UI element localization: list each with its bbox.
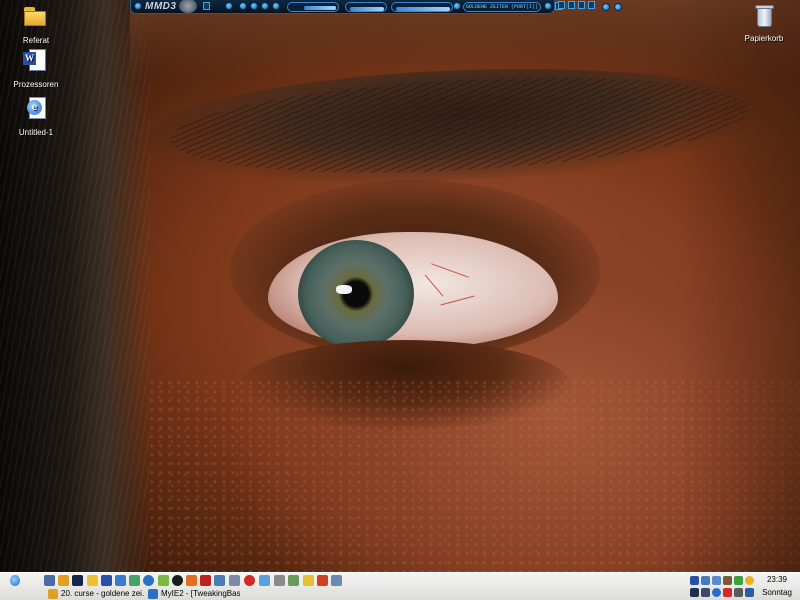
playlist-next-button[interactable] <box>544 2 552 10</box>
eq-button[interactable] <box>568 1 575 9</box>
quicklaunch-drive-icon[interactable] <box>274 575 285 586</box>
volume-slider[interactable] <box>350 7 384 11</box>
antivirus-icon[interactable] <box>723 588 732 597</box>
pl-button[interactable] <box>578 1 585 9</box>
start-button[interactable] <box>4 575 26 586</box>
clock-time[interactable]: 23:39 <box>757 575 797 584</box>
equalizer-display[interactable] <box>391 2 453 12</box>
quicklaunch-browser-icon[interactable] <box>143 575 154 586</box>
wallpaper-shadow <box>680 0 800 572</box>
desktop-icon-label: Prozessoren <box>13 80 59 89</box>
apple-logo-icon <box>10 575 20 586</box>
quicklaunch-network-icon[interactable] <box>331 575 342 586</box>
task-button-myie2[interactable]: MyIE2 - [TweakingBas... <box>148 587 240 600</box>
quicklaunch-word-icon[interactable] <box>101 575 112 586</box>
play-button[interactable] <box>250 2 258 10</box>
quicklaunch-star-icon[interactable] <box>303 575 314 586</box>
track-title-display: GOLDENE ZEITEN (PORT(I)) <box>463 2 541 12</box>
stop-button[interactable] <box>261 2 269 10</box>
quicklaunch-mail-icon[interactable] <box>87 575 98 586</box>
quicklaunch-tool-icon[interactable] <box>214 575 225 586</box>
desktop-icon-label: Untitled-1 <box>18 128 54 137</box>
printer-icon[interactable] <box>734 588 743 597</box>
tray-app-icon[interactable] <box>723 576 732 585</box>
monitor-icon[interactable] <box>690 588 699 597</box>
minimize-button[interactable] <box>602 3 610 11</box>
quicklaunch-music-icon[interactable] <box>129 575 140 586</box>
menu-button[interactable] <box>134 2 142 10</box>
rewind-button[interactable] <box>239 2 247 10</box>
volume-icon[interactable] <box>701 588 710 597</box>
wallpaper-iris <box>298 240 414 348</box>
close-button[interactable] <box>614 3 622 11</box>
quicklaunch-game-icon[interactable] <box>317 575 328 586</box>
quicklaunch-firefox-icon[interactable] <box>186 575 197 586</box>
quicklaunch-winamp-icon[interactable] <box>58 575 69 586</box>
time-progress <box>304 6 336 10</box>
cart-icon[interactable] <box>712 576 721 585</box>
desktop-icon-untitled-1[interactable]: e Untitled-1 <box>6 94 66 137</box>
desktop-icon-prozessoren[interactable]: W Prozessoren <box>6 46 66 89</box>
desktop-icon-papierkorb[interactable]: Papierkorb <box>734 0 794 43</box>
desktop-icon-label: Papierkorb <box>744 34 784 43</box>
taskbar: 20. curse - goldene zei... MyIE2 - [Twea… <box>0 572 800 600</box>
update-icon[interactable] <box>712 588 721 597</box>
balance-slider[interactable] <box>396 7 450 11</box>
quicklaunch-settings-icon[interactable] <box>229 575 240 586</box>
wallpaper-eyebrow-hair <box>168 64 752 186</box>
options-button[interactable] <box>588 1 595 9</box>
quicklaunch-app-icon[interactable] <box>200 575 211 586</box>
desktop-icon-referat[interactable]: Referat <box>6 2 66 45</box>
task-button-label: 20. curse - goldene zei... <box>61 589 144 598</box>
desktop-wallpaper <box>0 0 800 572</box>
mode-button[interactable] <box>203 2 210 10</box>
quicklaunch-ball-icon[interactable] <box>172 575 183 586</box>
recycle-bin-icon <box>748 0 780 32</box>
quicklaunch-explorer-icon[interactable] <box>115 575 126 586</box>
logo-number: 3 <box>170 1 177 12</box>
browser-icon <box>148 588 158 599</box>
previous-button[interactable] <box>225 2 233 10</box>
folder-icon <box>20 2 52 34</box>
playlist-prev-button[interactable] <box>453 2 461 10</box>
sun-icon[interactable] <box>745 576 754 585</box>
media-player-bar[interactable]: MMD3 GOLDENE ZEITEN (PORT(I)) <box>130 0 562 14</box>
volume-display[interactable] <box>345 2 387 12</box>
quicklaunch-stop-icon[interactable] <box>244 575 255 586</box>
task-button-winamp[interactable]: 20. curse - goldene zei... <box>48 587 144 600</box>
quicklaunch-show-desktop-icon[interactable] <box>44 575 55 586</box>
logo-text: MMD <box>145 1 171 12</box>
clock-day[interactable]: Sonntag <box>757 588 797 597</box>
quicklaunch-icq-icon[interactable] <box>158 575 169 586</box>
time-display <box>287 2 339 12</box>
winamp-icon <box>48 588 58 599</box>
network-icon[interactable] <box>701 576 710 585</box>
task-button-label: MyIE2 - [TweakingBas... <box>161 589 240 598</box>
wallpaper-eye-highlight <box>336 285 352 294</box>
media-player-logo: MMD3 <box>145 0 203 13</box>
grid-icon[interactable] <box>734 576 743 585</box>
repeat-button[interactable] <box>558 1 565 9</box>
quicklaunch-image-icon[interactable] <box>288 575 299 586</box>
html-document-icon: e <box>20 94 52 126</box>
quicklaunch-icon[interactable] <box>72 575 83 586</box>
tray-icon[interactable] <box>745 588 754 597</box>
quicklaunch-messenger-icon[interactable] <box>259 575 270 586</box>
desktop-icon-label: Referat <box>22 36 50 45</box>
word-document-icon: W <box>20 46 52 78</box>
next-button[interactable] <box>272 2 280 10</box>
shield-icon[interactable] <box>690 576 699 585</box>
